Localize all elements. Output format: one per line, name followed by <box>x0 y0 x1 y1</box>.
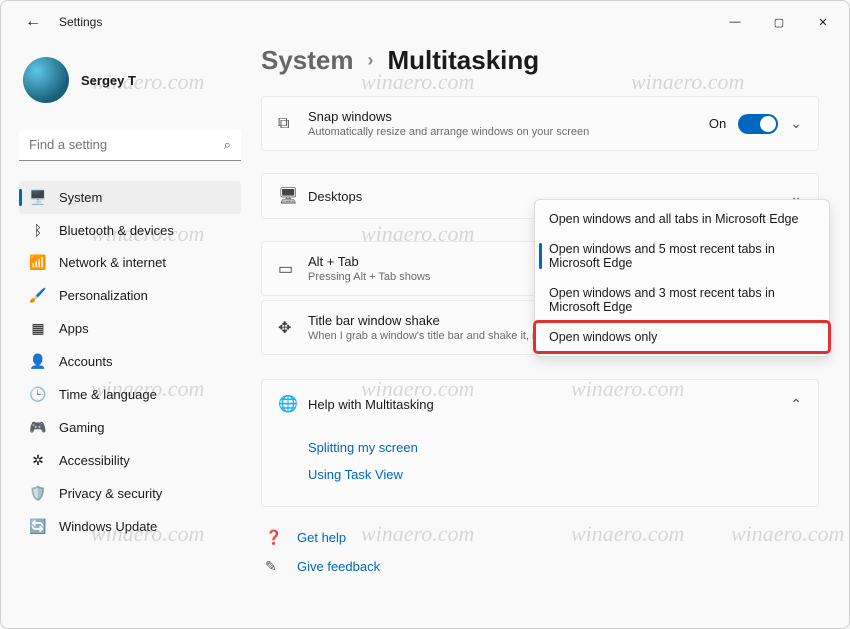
nav-label: Network & internet <box>59 255 166 270</box>
dropdown-option[interactable]: Open windows and all tabs in Microsoft E… <box>535 204 829 234</box>
snap-icon: ⧉ <box>278 115 308 133</box>
snap-state: On <box>709 116 726 131</box>
get-help-link[interactable]: Get help <box>297 530 346 545</box>
minimize-button[interactable]: — <box>713 7 757 37</box>
user-profile[interactable]: Sergey T <box>19 43 241 129</box>
nav-icon: ✲ <box>29 452 47 469</box>
nav-label: Bluetooth & devices <box>59 223 174 238</box>
search-input[interactable] <box>19 129 241 161</box>
back-button[interactable]: ← <box>19 13 47 31</box>
dropdown-option[interactable]: Open windows and 5 most recent tabs in M… <box>535 234 829 278</box>
shake-icon: ✥ <box>278 318 308 338</box>
breadcrumb-parent[interactable]: System <box>261 45 354 76</box>
snap-sub: Automatically resize and arrange windows… <box>308 126 709 138</box>
nav-icon: 🖌️ <box>29 287 47 304</box>
chevron-down-icon[interactable]: ⌄ <box>790 115 802 132</box>
sidebar-item-gaming[interactable]: 🎮 Gaming <box>19 411 241 444</box>
alt-tab-dropdown[interactable]: Open windows and all tabs in Microsoft E… <box>534 199 830 357</box>
chevron-up-icon[interactable]: ⌃ <box>790 396 802 413</box>
user-name: Sergey T <box>81 73 136 88</box>
footer-links: ❓ Get help ✎ Give feedback <box>261 523 819 581</box>
help-link[interactable]: Splitting my screen <box>308 434 772 461</box>
snap-title: Snap windows <box>308 109 709 124</box>
nav-label: Apps <box>59 321 89 336</box>
nav-icon: ▦ <box>29 320 47 337</box>
sidebar-item-accounts[interactable]: 👤 Accounts <box>19 345 241 378</box>
nav-label: Time & language <box>59 387 157 402</box>
desktops-icon: 🖥 <box>278 186 308 206</box>
sidebar: Sergey T ⌕ 🖥️ System ᛒ Bluetooth & devices 📶… <box>1 43 251 628</box>
nav-label: Privacy & security <box>59 486 162 501</box>
page-title: Multitasking <box>388 45 540 76</box>
alt-tab-icon: ▭ <box>278 259 308 279</box>
nav-icon: 🛡️ <box>29 485 47 502</box>
window-controls: — ▢ ✕ <box>713 7 845 37</box>
app-title: Settings <box>59 15 102 29</box>
nav-icon: 👤 <box>29 353 47 370</box>
nav-label: Gaming <box>59 420 105 435</box>
help-title: Help with Multitasking <box>308 397 790 412</box>
nav-list: 🖥️ System ᛒ Bluetooth & devices 📶 Network & i… <box>19 181 241 543</box>
help-link[interactable]: Using Task View <box>308 461 772 488</box>
snap-toggle[interactable] <box>738 114 778 134</box>
search-icon: ⌕ <box>224 137 231 153</box>
sidebar-item-accessibility[interactable]: ✲ Accessibility <box>19 444 241 477</box>
help-card: 🌐 Help with Multitasking ⌃ Splitting my … <box>261 379 819 507</box>
nav-icon: 🖥️ <box>29 189 47 206</box>
sidebar-item-windows-update[interactable]: 🔄 Windows Update <box>19 510 241 543</box>
maximize-button[interactable]: ▢ <box>757 7 801 37</box>
sidebar-item-personalization[interactable]: 🖌️ Personalization <box>19 279 241 312</box>
nav-label: Personalization <box>59 288 148 303</box>
help-header[interactable]: 🌐 Help with Multitasking ⌃ <box>262 380 818 428</box>
chevron-right-icon: › <box>368 50 374 71</box>
nav-label: System <box>59 190 102 205</box>
globe-icon: 🌐 <box>278 394 308 414</box>
close-button[interactable]: ✕ <box>801 7 845 37</box>
dropdown-option[interactable]: Open windows only <box>535 322 829 352</box>
sidebar-item-system[interactable]: 🖥️ System <box>19 181 241 214</box>
sidebar-item-apps[interactable]: ▦ Apps <box>19 312 241 345</box>
sidebar-item-time-language[interactable]: 🕒 Time & language <box>19 378 241 411</box>
give-feedback-link[interactable]: Give feedback <box>297 559 380 574</box>
search-box[interactable]: ⌕ <box>19 129 241 161</box>
nav-icon: 📶 <box>29 254 47 271</box>
nav-icon: 🔄 <box>29 518 47 535</box>
help-icon: ❓ <box>265 529 283 546</box>
nav-label: Windows Update <box>59 519 157 534</box>
help-links: Splitting my screenUsing Task View <box>262 428 818 506</box>
breadcrumb: System › Multitasking <box>261 45 819 76</box>
nav-icon: 🎮 <box>29 419 47 436</box>
avatar <box>23 57 69 103</box>
nav-label: Accessibility <box>59 453 130 468</box>
nav-icon: 🕒 <box>29 386 47 403</box>
snap-windows-card[interactable]: ⧉ Snap windows Automatically resize and … <box>261 96 819 151</box>
nav-label: Accounts <box>59 354 112 369</box>
nav-icon: ᛒ <box>29 222 47 238</box>
feedback-icon: ✎ <box>265 558 283 575</box>
sidebar-item-network-internet[interactable]: 📶 Network & internet <box>19 246 241 279</box>
sidebar-item-bluetooth-devices[interactable]: ᛒ Bluetooth & devices <box>19 214 241 246</box>
dropdown-option[interactable]: Open windows and 3 most recent tabs in M… <box>535 278 829 322</box>
sidebar-item-privacy-security[interactable]: 🛡️ Privacy & security <box>19 477 241 510</box>
title-bar: ← Settings — ▢ ✕ <box>1 1 849 43</box>
